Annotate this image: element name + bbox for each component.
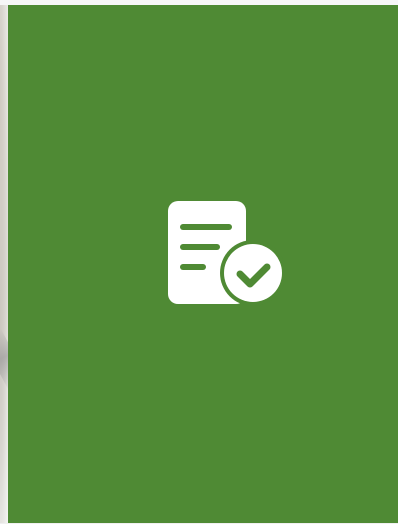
screen — [0, 0, 398, 524]
green-card — [8, 5, 398, 523]
document-check-icon — [160, 191, 284, 311]
